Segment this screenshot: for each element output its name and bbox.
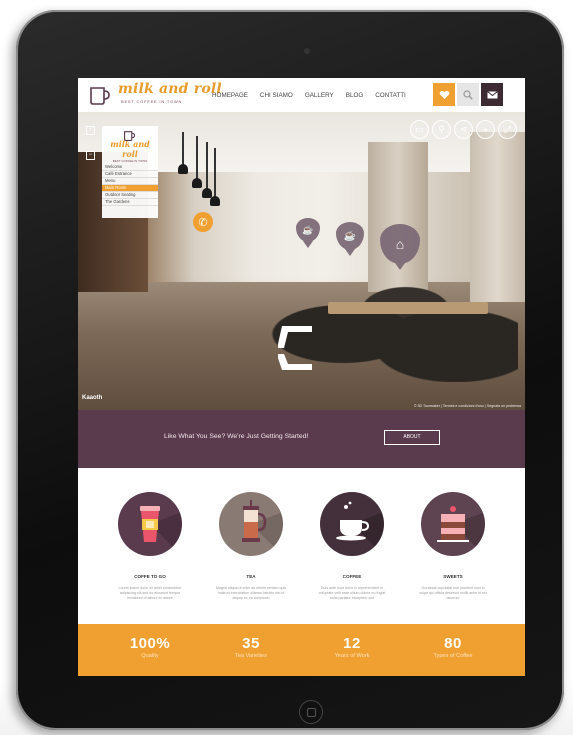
zoom-out-button[interactable]: − bbox=[86, 151, 95, 160]
zoom-in-button[interactable]: + bbox=[86, 126, 95, 135]
feature-circle bbox=[219, 492, 283, 556]
stat-label: Quality bbox=[141, 653, 159, 659]
feature-circle bbox=[118, 492, 182, 556]
main-menu: HOMEPAGE CHI SIAMO GALLERY BLOG CONTATTI bbox=[212, 92, 418, 99]
feature-label: TEA bbox=[246, 574, 256, 579]
menu-item-gallery[interactable]: GALLERY bbox=[305, 92, 334, 99]
stat-label: Types of Coffee bbox=[433, 653, 473, 659]
feature-coffee: COFFEE Duis aute irure dolor in reprehen… bbox=[310, 492, 394, 601]
coffee-cup-icon bbox=[140, 506, 182, 556]
map-pin-button[interactable]: ⚲ bbox=[432, 120, 451, 139]
pendant-lamp bbox=[192, 136, 202, 188]
share-button[interactable]: ⋖ bbox=[454, 120, 473, 139]
expand-button[interactable]: + bbox=[476, 120, 495, 139]
scene-item[interactable]: Welcome bbox=[102, 164, 158, 171]
call-button[interactable]: ✆ bbox=[193, 212, 213, 232]
stat-label: Years of Work bbox=[334, 653, 370, 659]
panel-logo-text: milk and roll bbox=[110, 139, 150, 159]
vr-icon: ▭ bbox=[415, 124, 424, 134]
tablet-screen: milk and roll BEST COFFEE IN TOWN HOMEPA… bbox=[78, 78, 525, 676]
stats-bar: 100% Quality 35 Tea Varieties 12 Years o… bbox=[78, 624, 525, 676]
fullscreen-icon: ⤢ bbox=[503, 124, 512, 134]
favorite-button[interactable] bbox=[433, 83, 455, 106]
scene-menu-panel: milk and roll BEST COFFEE IN TOWN Welcom… bbox=[102, 126, 158, 218]
feature-circle bbox=[320, 492, 384, 556]
feature-label: SWEETS bbox=[443, 574, 463, 579]
menu-item-homepage[interactable]: HOMEPAGE bbox=[212, 92, 248, 99]
features-section: COFFE TO GO Lorem ipsum dolor sit amet c… bbox=[78, 468, 525, 624]
cake-icon bbox=[437, 506, 485, 556]
tour-watermark: Kaaoth bbox=[82, 395, 103, 401]
panel-logo: milk and roll BEST COFFEE IN TOWN bbox=[110, 130, 150, 163]
feature-tea: TEA Magna aliqua ut enim ad minim veniam… bbox=[209, 492, 293, 601]
coffee-icon: ☕ bbox=[343, 230, 357, 242]
stat-value: 35 bbox=[242, 635, 260, 652]
cake-icon: ⌂ bbox=[395, 236, 405, 252]
navigation-arrow-icon[interactable] bbox=[274, 324, 314, 372]
banner-text: Like What You See? We're Just Getting St… bbox=[164, 433, 309, 440]
menu-item-contatti[interactable]: CONTATTI bbox=[375, 92, 406, 99]
feature-description: Magna aliqua ut enim ad minim veniam qui… bbox=[215, 586, 287, 600]
pendant-lamp bbox=[178, 132, 188, 174]
heart-icon bbox=[439, 90, 449, 99]
stat-tea-varieties: 35 Tea Varieties bbox=[206, 635, 296, 659]
menu-item-chi-siamo[interactable]: CHI SIAMO bbox=[260, 92, 293, 99]
feature-coffee-to-go: COFFE TO GO Lorem ipsum dolor sit amet c… bbox=[108, 492, 192, 601]
tour-toolbar: ▭ ⚲ ⋖ + ⤢ bbox=[410, 120, 517, 139]
search-button[interactable] bbox=[457, 83, 479, 106]
feature-circle bbox=[421, 492, 485, 556]
mail-button[interactable] bbox=[481, 83, 503, 106]
virtual-tour-viewer[interactable]: + − milk and roll BEST COFFEE IN TOWN We… bbox=[78, 112, 525, 410]
stat-years-of-work: 12 Years of Work bbox=[307, 635, 397, 659]
cta-banner: Like What You See? We're Just Getting St… bbox=[78, 410, 525, 468]
pendant-lamp bbox=[202, 142, 212, 198]
feature-label: COFFEE bbox=[342, 574, 362, 579]
stat-quality: 100% Quality bbox=[105, 635, 195, 659]
coffee-mug-icon bbox=[336, 501, 384, 556]
menu-item-blog[interactable]: BLOG bbox=[346, 92, 364, 99]
stat-value: 12 bbox=[343, 635, 361, 652]
search-icon bbox=[463, 89, 473, 100]
milk-jug-logo-icon bbox=[124, 131, 136, 141]
fullscreen-button[interactable]: ⤢ bbox=[498, 120, 517, 139]
map-pin-icon: ⚲ bbox=[438, 124, 445, 134]
scene-item[interactable]: Café Entrance bbox=[102, 171, 158, 178]
pendant-lamp bbox=[210, 148, 220, 206]
panel-logo-tagline: BEST COFFEE IN TOWN bbox=[112, 159, 148, 163]
hotspot-coffee-pin[interactable]: ☕ bbox=[336, 222, 364, 256]
feature-description: Lorem ipsum dolor sit amet consectetur a… bbox=[118, 586, 182, 600]
french-press-icon bbox=[242, 500, 283, 556]
plus-icon: + bbox=[482, 124, 489, 135]
tour-credit[interactable]: © 3D Tourmaker | Termini e condizioni d'… bbox=[414, 404, 521, 408]
stat-label: Tea Varieties bbox=[235, 653, 267, 659]
zoom-controls: + − bbox=[86, 126, 95, 160]
phone-icon: ✆ bbox=[198, 216, 208, 229]
milk-jug-logo-icon bbox=[90, 87, 110, 105]
home-button[interactable] bbox=[299, 700, 323, 724]
feature-sweets: SWEETS Occaecat cupidatat non proident s… bbox=[411, 492, 495, 601]
teapot-icon: ☕ bbox=[302, 224, 314, 235]
share-icon: ⋖ bbox=[459, 124, 468, 134]
vr-mode-button[interactable]: ▭ bbox=[410, 120, 429, 139]
scene-item[interactable]: Menu bbox=[102, 178, 158, 185]
scene-item[interactable]: The Gardens bbox=[102, 199, 158, 206]
scene-item[interactable]: Outdoor Seating bbox=[102, 192, 158, 199]
scene-item-selected[interactable]: Main Room bbox=[102, 185, 158, 192]
hotspot-tea-pin[interactable]: ☕ bbox=[296, 218, 320, 248]
feature-description: Duis aute irure dolor in reprehenderit i… bbox=[318, 586, 386, 600]
stat-value: 100% bbox=[129, 635, 171, 652]
feature-label: COFFE TO GO bbox=[134, 574, 166, 579]
logo-text[interactable]: milk and roll bbox=[118, 81, 222, 97]
top-navbar: milk and roll BEST COFFEE IN TOWN HOMEPA… bbox=[78, 78, 525, 112]
stat-value: 80 bbox=[444, 635, 462, 652]
about-button[interactable]: ABOUT bbox=[384, 430, 440, 445]
camera-icon bbox=[304, 48, 310, 54]
wooden-table bbox=[328, 302, 488, 314]
logo-tagline: BEST COFFEE IN TOWN bbox=[121, 99, 183, 104]
mail-icon bbox=[486, 90, 498, 98]
feature-description: Occaecat cupidatat non proident sunt in … bbox=[419, 586, 487, 600]
stat-types-of-coffee: 80 Types of Coffee bbox=[408, 635, 498, 659]
scene-list: Welcome Café Entrance Menu Main Room Out… bbox=[102, 164, 158, 206]
